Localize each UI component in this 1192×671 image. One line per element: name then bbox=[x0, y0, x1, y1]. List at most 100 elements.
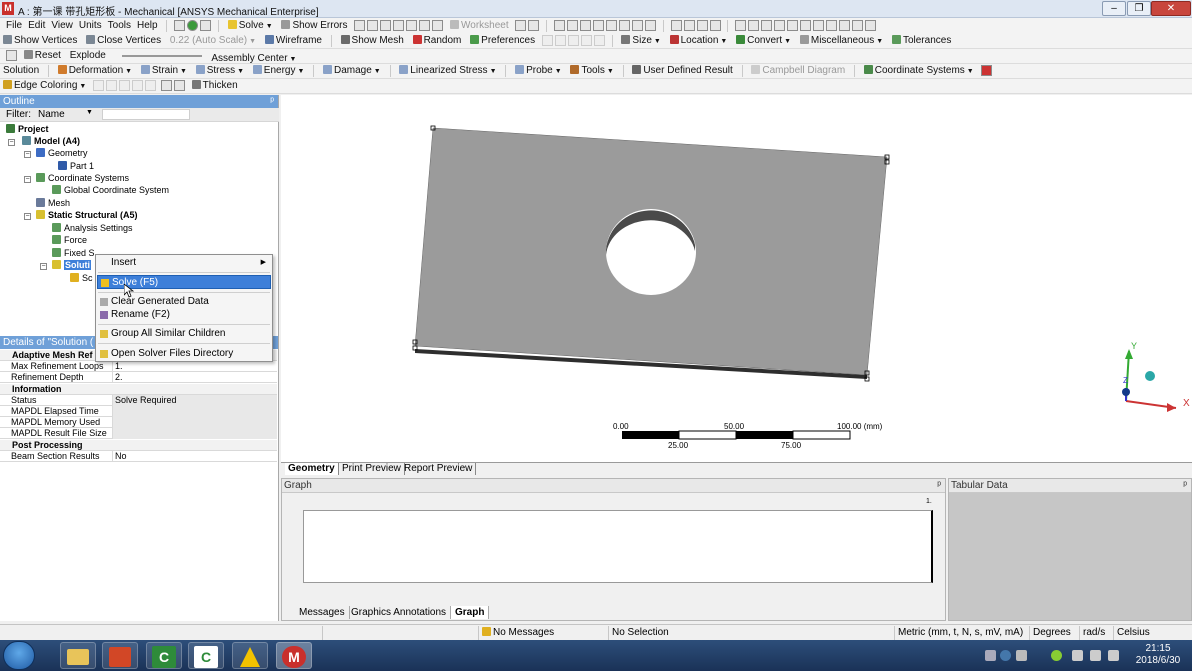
show-errors-button[interactable]: Show Errors bbox=[278, 19, 350, 33]
taskbar-app-c1[interactable]: C bbox=[146, 642, 182, 669]
edge-style-icon-3[interactable] bbox=[119, 80, 131, 91]
edge-style-icon-4[interactable] bbox=[132, 80, 144, 91]
filter-input[interactable] bbox=[102, 109, 190, 120]
thicken-button[interactable]: Thicken bbox=[189, 79, 241, 93]
view-icon-9[interactable] bbox=[839, 20, 851, 31]
tray-help-icon[interactable] bbox=[1000, 650, 1011, 661]
minimize-button[interactable]: – bbox=[1102, 1, 1126, 16]
tolerances-button[interactable]: Tolerances bbox=[889, 34, 954, 48]
status-messages[interactable]: No Messages bbox=[478, 626, 608, 640]
status-temperature-unit[interactable]: Celsius bbox=[1113, 626, 1192, 640]
taskbar-mechanical[interactable]: M bbox=[276, 642, 312, 669]
expand-static-structural-icon[interactable]: − bbox=[24, 213, 31, 220]
pick-icon[interactable] bbox=[528, 20, 540, 31]
menu-file[interactable]: File bbox=[0, 19, 25, 33]
tray-network-icon[interactable] bbox=[1090, 650, 1101, 661]
details-value[interactable] bbox=[112, 406, 277, 417]
tab-print-preview[interactable]: Print Preview bbox=[339, 463, 405, 475]
select-vertex-icon[interactable] bbox=[554, 20, 565, 31]
tree-item-global-coordinate-system[interactable]: Global Coordinate System bbox=[52, 184, 169, 196]
tool-icon-4[interactable] bbox=[393, 20, 405, 31]
start-button[interactable] bbox=[3, 641, 35, 670]
expand-geometry-icon[interactable]: − bbox=[24, 151, 31, 158]
next-view-icon[interactable] bbox=[774, 20, 786, 31]
select-edge-icon[interactable] bbox=[567, 20, 578, 31]
tree-item-analysis-settings[interactable]: Analysis Settings bbox=[52, 222, 133, 234]
expand-solution-icon[interactable]: − bbox=[40, 263, 47, 270]
tab-report-preview[interactable]: Report Preview bbox=[401, 463, 477, 475]
menu-help[interactable]: Help bbox=[134, 19, 161, 33]
tools-menu[interactable]: Tools ▼ bbox=[567, 64, 616, 78]
view-icon-7[interactable] bbox=[813, 20, 825, 31]
restore-button[interactable]: ❐ bbox=[1127, 1, 1151, 16]
user-defined-result-button[interactable]: User Defined Result bbox=[629, 64, 735, 78]
campbell-diagram-button[interactable]: Campbell Diagram bbox=[748, 64, 848, 78]
view-icon-8[interactable] bbox=[826, 20, 838, 31]
thickness-icon[interactable] bbox=[173, 80, 185, 91]
tray-flag-icon[interactable] bbox=[1072, 650, 1083, 661]
tab-graph[interactable]: Graph bbox=[451, 606, 490, 619]
explode-view-icon[interactable] bbox=[6, 50, 17, 61]
tabular-pin-icon[interactable]: ᵖ bbox=[1183, 479, 1187, 493]
insert-icon[interactable] bbox=[200, 20, 212, 31]
select-body-icon[interactable] bbox=[593, 20, 604, 31]
filter-select[interactable]: Name ▼ bbox=[38, 109, 98, 120]
coordinate-systems-menu[interactable]: Coordinate Systems ▼ bbox=[861, 64, 977, 78]
tab-geometry[interactable]: Geometry bbox=[285, 463, 339, 475]
tool-icon-7[interactable] bbox=[432, 20, 444, 31]
tree-item-fixed-support[interactable]: Fixed S bbox=[52, 247, 95, 259]
pan-icon[interactable] bbox=[683, 20, 695, 31]
graph-pin-icon[interactable]: ᵖ bbox=[937, 479, 941, 493]
zoom-icon[interactable] bbox=[696, 20, 708, 31]
zoom-fit-icon[interactable] bbox=[735, 20, 747, 31]
rotate-icon[interactable] bbox=[670, 20, 682, 31]
select-mode-icon[interactable] bbox=[606, 20, 617, 31]
edge-coloring-menu[interactable]: Edge Coloring ▼ bbox=[0, 79, 89, 93]
details-value[interactable]: Solve Required bbox=[112, 394, 277, 406]
pin-icon[interactable]: ᵖ bbox=[270, 95, 274, 108]
details-group-row[interactable]: Information bbox=[0, 383, 277, 395]
taskbar-powerpoint[interactable] bbox=[102, 642, 138, 669]
location-menu[interactable]: Location ▼ bbox=[667, 34, 731, 48]
geometry-view[interactable]: 0.00 50.00 100.00 (mm) 25.00 75.00 Y X Z bbox=[281, 95, 1192, 462]
energy-menu[interactable]: Energy ▼ bbox=[250, 64, 308, 78]
menu-view[interactable]: View bbox=[48, 19, 76, 33]
menu-item-group-similar[interactable]: Group All Similar Children bbox=[97, 327, 271, 341]
deformation-menu[interactable]: Deformation ▼ bbox=[55, 64, 135, 78]
show-mesh-button[interactable]: Show Mesh bbox=[338, 34, 407, 48]
cursor-icon[interactable] bbox=[515, 20, 527, 31]
tree-item-solution[interactable]: Soluti bbox=[52, 259, 91, 271]
convert-menu[interactable]: Convert ▼ bbox=[733, 34, 794, 48]
taskbar-ansys-workbench[interactable] bbox=[232, 642, 268, 669]
tree-item-static-structural[interactable]: Static Structural (A5) bbox=[36, 209, 138, 221]
close-button[interactable]: ✕ bbox=[1151, 1, 1191, 16]
extend-icon[interactable] bbox=[619, 20, 630, 31]
details-value[interactable] bbox=[112, 428, 277, 440]
auto-scale-select[interactable]: 0.22 (Auto Scale) ▼ bbox=[167, 34, 259, 48]
details-value[interactable]: No bbox=[112, 450, 277, 462]
select-all-icon[interactable] bbox=[632, 20, 643, 31]
tab-messages[interactable]: Messages bbox=[295, 606, 350, 619]
tab-graphics-annotations[interactable]: Graphics Annotations bbox=[347, 606, 452, 619]
tool-icon-2[interactable] bbox=[367, 20, 379, 31]
miscellaneous-menu[interactable]: Miscellaneous ▼ bbox=[797, 34, 886, 48]
graph-canvas[interactable] bbox=[303, 510, 933, 583]
status-units[interactable]: Metric (mm, t, N, s, mV, mA) bbox=[894, 626, 1029, 640]
check-icon[interactable] bbox=[187, 20, 199, 31]
view-icon-6[interactable] bbox=[800, 20, 812, 31]
select-node-icon[interactable] bbox=[645, 20, 656, 31]
edge-style-icon-2[interactable] bbox=[106, 80, 118, 91]
menu-item-insert[interactable]: Insert ▶ bbox=[97, 256, 271, 270]
tool-icon-6[interactable] bbox=[419, 20, 431, 31]
tool-icon-3[interactable] bbox=[380, 20, 392, 31]
assembly-center-select[interactable]: Assembly Center ▼ bbox=[208, 49, 299, 63]
tree-item-force[interactable]: Force bbox=[52, 234, 87, 246]
show-vertices-button[interactable]: Show Vertices bbox=[0, 34, 80, 48]
tree-item-part1[interactable]: Part 1 bbox=[58, 160, 94, 172]
new-section-icon[interactable] bbox=[174, 20, 186, 31]
taskbar-app-c2[interactable]: C bbox=[188, 642, 224, 669]
iso-ball-icon[interactable] bbox=[1145, 371, 1155, 381]
preferences-button[interactable]: Preferences bbox=[467, 34, 538, 48]
menu-tools[interactable]: Tools bbox=[105, 19, 134, 33]
edge-style-icon-5[interactable] bbox=[145, 80, 157, 91]
